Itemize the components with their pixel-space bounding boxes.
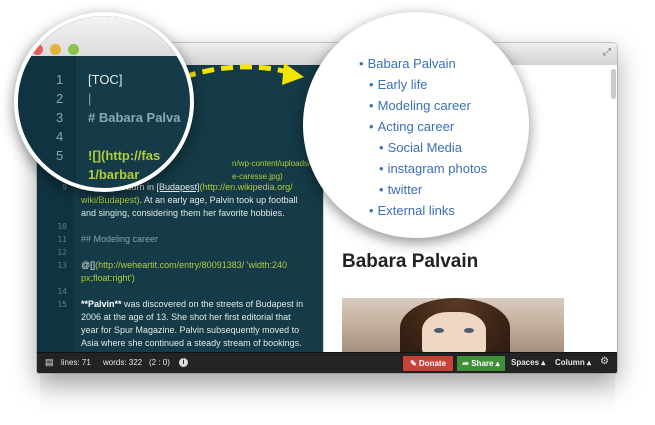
toc-magnifier: • Babara Palvain • Early life • Modeling care… bbox=[303, 12, 529, 238]
toc-item[interactable]: • External links bbox=[369, 203, 455, 218]
mag-code-line: [TOC] bbox=[88, 72, 123, 87]
mag-line-number: 5 bbox=[56, 148, 64, 163]
cursor-position: (2 : 0) bbox=[149, 358, 170, 367]
code-line: px;float:right') bbox=[81, 272, 319, 285]
spaces-dropdown[interactable]: Spaces ▴ bbox=[511, 358, 545, 367]
mag-minimize-dot bbox=[50, 44, 61, 55]
code-line: year for Spur Magazine. Palvin subsequen… bbox=[81, 324, 319, 337]
toc-item-label: Early life bbox=[377, 77, 428, 92]
code-token: . At an early age, Palvin took up footba… bbox=[139, 195, 298, 205]
code-line: and singing, considering them her favori… bbox=[81, 207, 319, 220]
preview-photo bbox=[342, 298, 564, 352]
info-icon[interactable]: i bbox=[179, 358, 188, 367]
toc-item-label: Modeling career bbox=[377, 98, 471, 113]
mag-line-number: 4 bbox=[56, 129, 64, 144]
code-token: 2006 at the age of 13. She shot her firs… bbox=[81, 312, 291, 322]
line-count: lines: 71 bbox=[61, 358, 91, 367]
code-line: 2006 at the age of 13. She shot her firs… bbox=[81, 311, 319, 324]
code-line: Asia where she continued a steady stream… bbox=[81, 337, 319, 350]
line-number: 13 bbox=[57, 261, 67, 270]
photo-face bbox=[422, 312, 486, 352]
bullet-icon: • bbox=[379, 140, 384, 155]
code-token: was discovered on the streets of Budapes… bbox=[121, 299, 304, 309]
bullet-icon: • bbox=[369, 77, 374, 92]
code-token: (http://weheartit.com/entry/80091383/ 'w… bbox=[95, 260, 287, 270]
code-token: @[] bbox=[81, 260, 96, 270]
toc-item-label: Babara Palvain bbox=[367, 56, 456, 71]
toc-item-label: Social Media bbox=[387, 140, 462, 155]
code-token: px;float:right') bbox=[81, 273, 135, 283]
preview-scrollbar[interactable] bbox=[611, 69, 616, 99]
column-label: Column bbox=[555, 358, 585, 367]
mag-line-number: 2 bbox=[56, 91, 64, 106]
toc-item[interactable]: • Acting career bbox=[369, 119, 454, 134]
code-line: ## Modeling career bbox=[81, 233, 319, 246]
code-token: and singing, considering them her favori… bbox=[81, 208, 285, 218]
toc-item-label: instagram photos bbox=[387, 161, 488, 176]
mag-code-line: 1/barbar bbox=[88, 167, 140, 182]
bullet-icon: • bbox=[359, 56, 364, 71]
mag-line-number: 1 bbox=[56, 72, 64, 87]
window-reflection bbox=[40, 375, 615, 415]
line-number: 10 bbox=[57, 222, 67, 231]
bullet-icon: • bbox=[379, 182, 384, 197]
line-number: 14 bbox=[57, 287, 67, 296]
word-count: words: 322 bbox=[103, 358, 143, 367]
column-dropdown[interactable]: Column ▴ bbox=[555, 358, 591, 367]
donate-label: Donate bbox=[418, 359, 447, 368]
editor-magnifier: 1 [TOC] 2 | 3 # Babara Palva 4 5 ![](http://fas 1… bbox=[14, 12, 194, 192]
magnifier-gutter bbox=[18, 56, 76, 188]
fullscreen-icon[interactable]: ⤢ bbox=[603, 47, 611, 58]
share-label: Share bbox=[471, 359, 494, 368]
arrow-line bbox=[183, 64, 293, 80]
menu-icon[interactable]: ▤ bbox=[45, 357, 54, 368]
bullet-icon: • bbox=[369, 98, 374, 113]
toc-item[interactable]: • Babara Palvain bbox=[359, 56, 456, 71]
arrow-head bbox=[282, 63, 304, 85]
dashed-arrow bbox=[183, 63, 304, 85]
mag-line-number: 3 bbox=[56, 110, 64, 125]
mag-zoom-dot bbox=[68, 44, 79, 55]
code-token: wiki/Budapest) bbox=[81, 195, 140, 205]
code-line: @[](http://weheartit.com/entry/80091383/… bbox=[81, 259, 319, 272]
code-token: year for Spur Magazine. Palvin subsequen… bbox=[81, 325, 300, 335]
toc-item[interactable]: • Modeling career bbox=[369, 98, 471, 113]
code-token: (http://en.wikipedia.org/ bbox=[199, 182, 293, 192]
toc-item-label: External links bbox=[377, 203, 455, 218]
toc-item[interactable]: • twitter bbox=[379, 182, 422, 197]
bullet-icon: • bbox=[369, 119, 374, 134]
toc-item[interactable]: • instagram photos bbox=[379, 161, 487, 176]
gear-icon[interactable]: ⚙ bbox=[600, 356, 609, 367]
code-line: wiki/Budapest). At an early age, Palvin … bbox=[81, 194, 319, 207]
donate-button[interactable]: ✎ Donate bbox=[403, 356, 453, 371]
preview-heading: Babara Palvain bbox=[342, 251, 479, 272]
line-number: 11 bbox=[57, 235, 67, 244]
toc-item-label: twitter bbox=[387, 182, 423, 197]
mag-code-line: ![](http://fas bbox=[88, 148, 161, 163]
code-token: ## Modeling career bbox=[81, 234, 159, 244]
line-number: 15 bbox=[57, 300, 67, 309]
spaces-label: Spaces bbox=[511, 358, 540, 367]
magnifier-titlebar bbox=[18, 16, 190, 56]
status-bar: ▤ lines: 71 words: 322 (2 : 0) i ✎ Donat… bbox=[37, 352, 617, 373]
code-token: Asia where she continued a steady stream… bbox=[81, 338, 302, 348]
bullet-icon: • bbox=[379, 161, 384, 176]
mag-code-line: | bbox=[88, 91, 92, 106]
code-token: **Palvin** bbox=[81, 299, 122, 309]
mag-code-line: # Babara Palva bbox=[88, 110, 181, 125]
line-number: 12 bbox=[57, 248, 67, 257]
code-line: **Palvin** was discovered on the streets… bbox=[81, 298, 319, 311]
code-token[interactable]: [Budapest] bbox=[157, 182, 200, 192]
mag-close-dot bbox=[32, 44, 43, 55]
photo-eye-right bbox=[464, 328, 474, 333]
toc-item[interactable]: • Early life bbox=[369, 77, 427, 92]
bullet-icon: • bbox=[369, 203, 374, 218]
toc-item-label: Acting career bbox=[377, 119, 455, 134]
toc-item[interactable]: • Social Media bbox=[379, 140, 462, 155]
photo-eye-left bbox=[434, 328, 444, 333]
share-button[interactable]: ➦ Share ▴ bbox=[457, 356, 505, 371]
